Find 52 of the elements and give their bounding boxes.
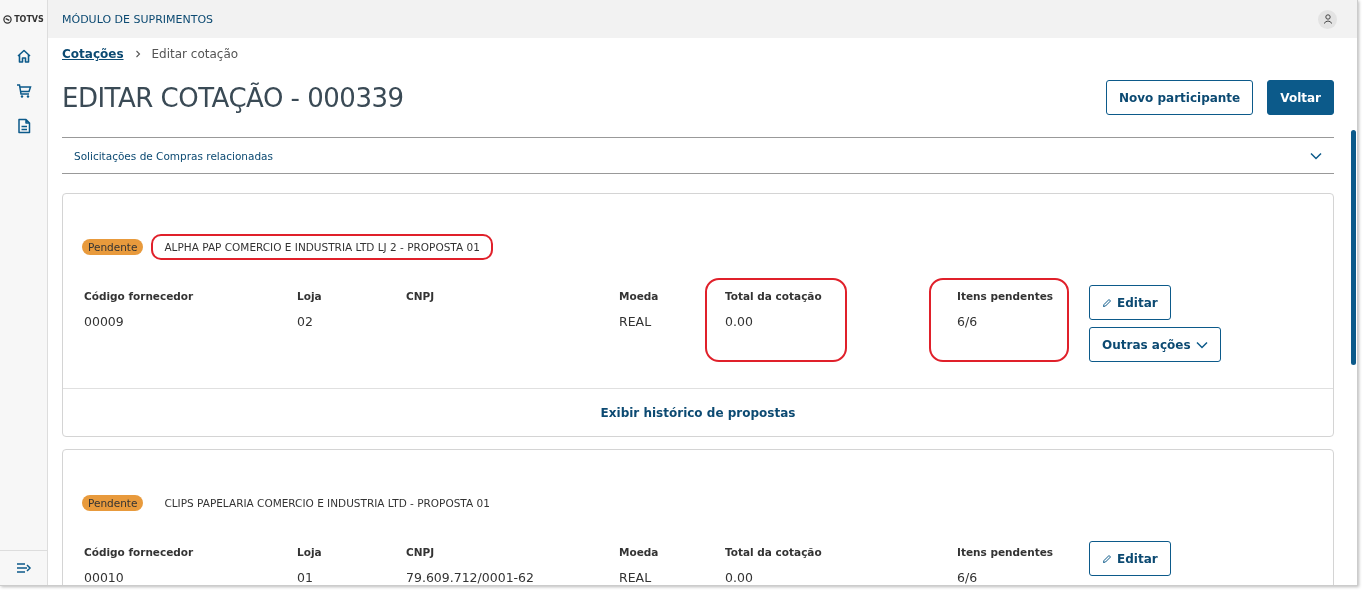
field-value: 79.609.712/0001-62 (406, 570, 535, 585)
supplier-proposal-name: CLIPS PAPELARIA COMERCIO E INDUSTRIA LTD - PROPOSTA 01 (163, 496, 491, 511)
user-avatar-button[interactable] (1318, 9, 1337, 29)
pencil-icon (1102, 553, 1112, 564)
edit-button[interactable]: Editar (1089, 285, 1171, 320)
field-value: 6/6 (957, 314, 979, 329)
field-label: Moeda (619, 290, 660, 302)
field-value: 00009 (84, 314, 125, 329)
document-icon (15, 118, 32, 134)
logo-text: TOTVS (14, 14, 44, 24)
field-value: 6/6 (957, 570, 979, 585)
field-label: Total da cotação (725, 546, 823, 558)
field-label: Código fornecedor (84, 290, 195, 302)
add-participant-button[interactable]: Novo participante (1105, 80, 1254, 115)
field-value: REAL (619, 570, 653, 585)
scrollbar[interactable] (1351, 130, 1356, 365)
breadcrumb-current: Editar cotação (151, 47, 239, 61)
home-icon (15, 48, 32, 64)
field-label: CNPJ (406, 290, 436, 302)
history-link[interactable]: Exibir histórico de propostas (600, 405, 796, 420)
field-label: Itens pendentes (957, 546, 1055, 558)
logo-icon (3, 14, 13, 24)
field-label: Total da cotação (725, 290, 823, 302)
field-label: Loja (297, 546, 323, 558)
field-label: Loja (297, 290, 323, 302)
edit-button[interactable]: Editar (1089, 541, 1171, 576)
more-actions-button[interactable]: Outras ações (1089, 327, 1221, 362)
app-title: MÓDULO DE SUPRIMENTOS (62, 12, 214, 26)
field-value: 02 (297, 314, 314, 329)
chevron-down-icon (1310, 151, 1322, 160)
chevron-down-icon (1195, 340, 1208, 349)
field-value: 0.00 (725, 570, 754, 585)
field-value: 00010 (84, 570, 125, 585)
field-value: 01 (297, 570, 314, 585)
status-badge: Pendente (82, 239, 144, 255)
page-title: EDITAR COTAÇÃO - 000339 (62, 82, 404, 113)
accordion-header[interactable]: Solicitações de Compras relacionadas (62, 137, 1334, 174)
field-label: CNPJ (406, 546, 436, 558)
chevron-right-icon (133, 50, 142, 58)
field-value: 0.00 (725, 314, 754, 329)
pencil-icon (1102, 297, 1112, 308)
field-label: Itens pendentes (957, 290, 1055, 302)
field-label: Código fornecedor (84, 546, 195, 558)
field-label: Moeda (619, 546, 660, 558)
breadcrumb-link[interactable]: Cotações (62, 47, 124, 61)
expand-menu-icon (15, 560, 32, 576)
user-icon (1322, 14, 1333, 24)
status-badge: Pendente (82, 495, 144, 511)
field-value: REAL (619, 314, 653, 329)
cart-icon (15, 83, 32, 99)
supplier-proposal-name: ALPHA PAP COMERCIO E INDUSTRIA LTD LJ 2 - PROPOSTA 01 (151, 234, 493, 260)
back-button[interactable]: Voltar (1267, 80, 1334, 115)
